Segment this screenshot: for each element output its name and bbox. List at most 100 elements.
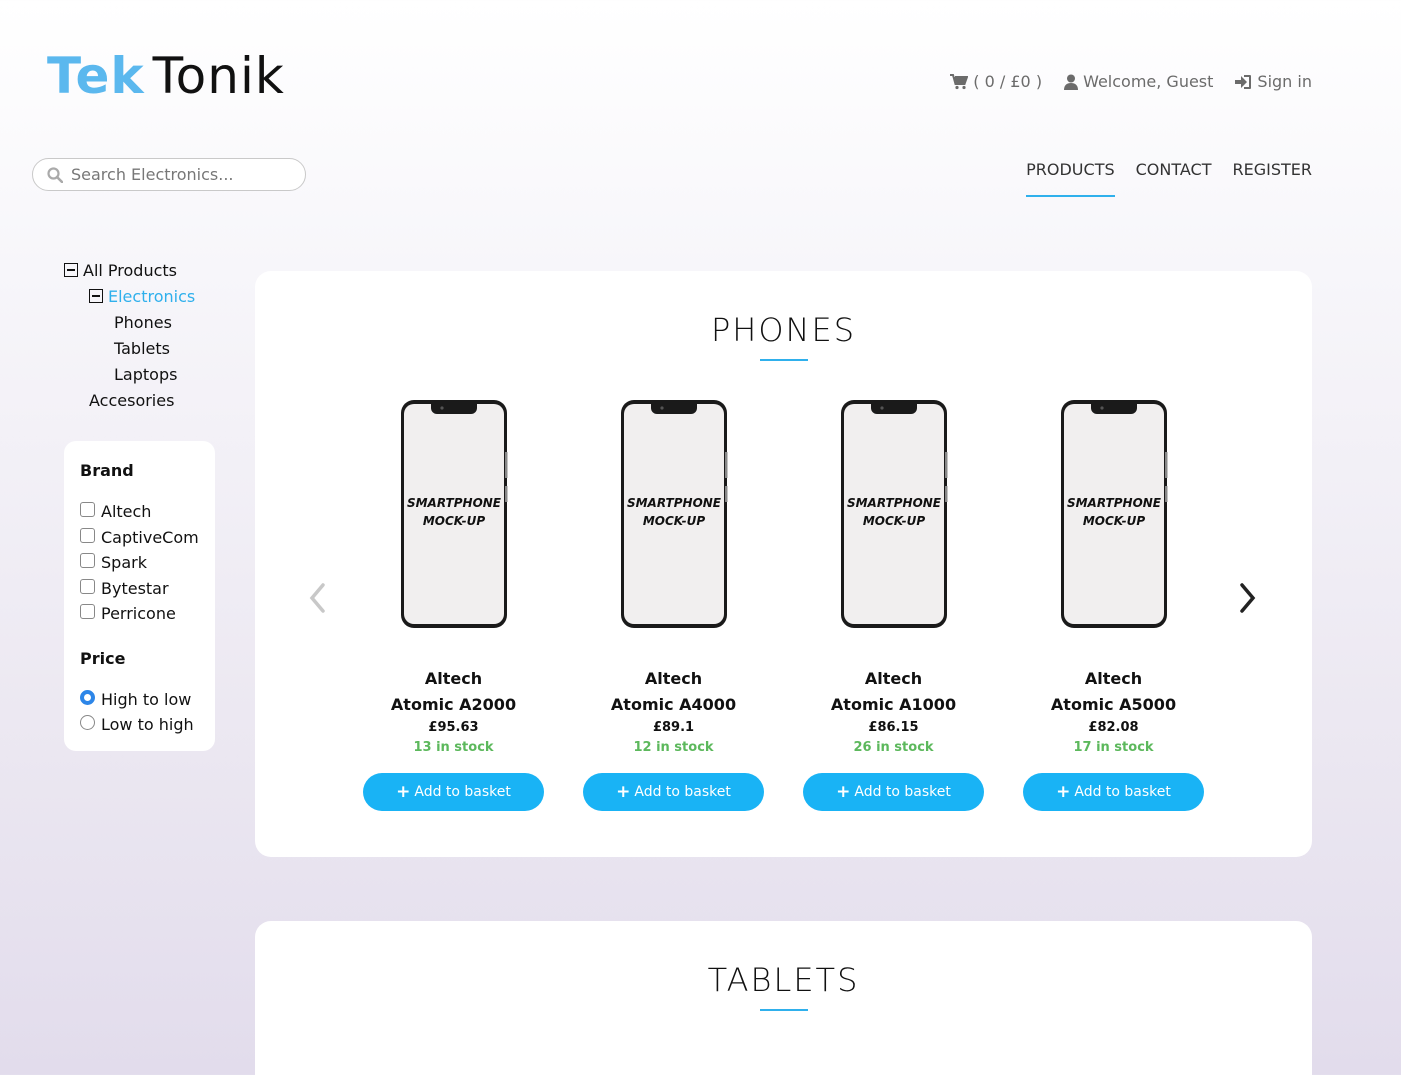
product-brand[interactable]: Altech [363,666,544,692]
phone-mock-text-1: SMARTPHONE [846,496,941,510]
search-icon [47,166,63,183]
phone-mock-text-1: SMARTPHONE [626,496,721,510]
carousel-prev-icon[interactable] [307,581,327,615]
product-card: SMARTPHONE MOCK-UP Altech Atomic A2000 £… [363,398,544,811]
product-image[interactable]: SMARTPHONE MOCK-UP [803,398,984,648]
signin-link[interactable]: Sign in [1235,72,1312,91]
add-to-basket-button[interactable]: + Add to basket [363,773,544,811]
phone-mock-text-2: MOCK-UP [422,514,484,528]
product-brand[interactable]: Altech [803,666,984,692]
phone-mock-text-2: MOCK-UP [642,514,704,528]
add-to-basket-button[interactable]: + Add to basket [583,773,764,811]
collapse-icon[interactable] [89,289,103,303]
carousel-next-icon[interactable] [1238,581,1258,615]
logo-tonik: Tonik [152,47,285,105]
product-list: SMARTPHONE MOCK-UP Altech Atomic A2000 £… [363,398,1204,811]
button-label: Add to basket [1074,784,1171,800]
product-brand[interactable]: Altech [583,666,764,692]
product-stock: 17 in stock [1073,740,1154,755]
tree-electronics[interactable]: Electronics [64,283,195,309]
phone-mock-text-2: MOCK-UP [1082,514,1144,528]
option-label: Spark [101,553,147,573]
category-tree: All Products Electronics Phones Tablets … [64,257,195,413]
tree-tablets[interactable]: Tablets [64,335,195,361]
product-card: SMARTPHONE MOCK-UP Altech Atomic A5000 £… [1023,398,1204,811]
main-nav: PRODUCTS CONTACT REGISTER [1026,160,1312,197]
plus-icon: + [836,782,851,802]
tree-all-products[interactable]: All Products [64,257,195,283]
filters-panel: Brand Altech CaptiveCom Spark Bytestar P… [64,441,215,751]
user-icon [1064,74,1079,90]
phone-mock-text-1: SMARTPHONE [1066,496,1161,510]
top-bar: ( 0 / £0 ) Welcome, Guest Sign in [950,72,1312,91]
price-option-high-low[interactable]: High to low [80,687,199,713]
option-label: High to low [101,689,192,709]
plus-icon: + [616,782,631,802]
tree-label: All Products [83,260,178,280]
button-label: Add to basket [634,784,731,800]
brand-option[interactable]: Altech [80,499,199,525]
section-title: TABLETS [707,961,860,999]
tree-accessories[interactable]: Accesories [64,387,195,413]
title-underline [759,359,808,361]
product-image[interactable]: SMARTPHONE MOCK-UP [1023,398,1204,648]
checkbox[interactable] [80,553,95,569]
product-price: £89.1 [652,720,695,735]
product-model[interactable]: Atomic A2000 [363,692,544,718]
option-label: Bytestar [101,578,169,598]
product-model[interactable]: Atomic A5000 [1023,692,1204,718]
title-underline [759,1009,808,1011]
collapse-icon[interactable] [64,263,78,277]
cart-link[interactable]: ( 0 / £0 ) [950,72,1042,91]
option-label: Altech [101,502,152,522]
product-model[interactable]: Atomic A1000 [803,692,984,718]
product-model[interactable]: Atomic A4000 [583,692,764,718]
tree-phones[interactable]: Phones [64,309,195,335]
phone-image: SMARTPHONE MOCK-UP [400,400,507,628]
signin-text: Sign in [1257,72,1312,91]
cart-icon [950,73,969,89]
brand-option[interactable]: Bytestar [80,576,199,602]
sign-in-icon [1235,74,1252,89]
phone-mock-text-1: SMARTPHONE [406,496,501,510]
phone-image: SMARTPHONE MOCK-UP [840,400,947,628]
product-image[interactable]: SMARTPHONE MOCK-UP [583,398,764,648]
brand-option[interactable]: Perricone [80,601,199,627]
logo[interactable]: Tek Tonik [47,48,285,104]
product-price: £82.08 [1088,720,1139,735]
price-option-low-high[interactable]: Low to high [80,712,199,738]
nav-register[interactable]: REGISTER [1233,160,1313,197]
button-label: Add to basket [414,784,511,800]
add-to-basket-button[interactable]: + Add to basket [1023,773,1204,811]
product-stock: 13 in stock [413,740,494,755]
search-input[interactable] [71,165,291,184]
checkbox[interactable] [80,502,95,518]
brand-option[interactable]: Spark [80,550,199,576]
nav-products[interactable]: PRODUCTS [1026,160,1115,197]
product-price: £95.63 [428,720,479,735]
nav-contact[interactable]: CONTACT [1136,160,1212,197]
option-label: Perricone [101,604,176,624]
radio[interactable] [80,715,95,731]
product-brand[interactable]: Altech [1023,666,1204,692]
cart-summary: ( 0 / £0 ) [973,72,1043,91]
plus-icon: + [1056,782,1071,802]
welcome-link[interactable]: Welcome, Guest [1064,72,1213,91]
checkbox[interactable] [80,604,95,620]
phone-image: SMARTPHONE MOCK-UP [1060,400,1167,628]
phone-mock-text-2: MOCK-UP [862,514,924,528]
option-label: Low to high [101,715,194,735]
tree-laptops[interactable]: Laptops [64,361,195,387]
checkbox[interactable] [80,578,95,594]
brand-option[interactable]: CaptiveCom [80,525,199,551]
checkbox[interactable] [80,527,95,543]
product-card: SMARTPHONE MOCK-UP Altech Atomic A1000 £… [803,398,984,811]
tablets-section: TABLETS [255,921,1312,1075]
button-label: Add to basket [854,784,951,800]
phones-section: PHONES SMARTPHONE MOCK-UP Altech Atomic … [255,271,1312,857]
product-image[interactable]: SMARTPHONE MOCK-UP [363,398,544,648]
logo-tek: Tek [47,47,145,105]
product-price: £86.15 [868,720,919,735]
add-to-basket-button[interactable]: + Add to basket [803,773,984,811]
radio-selected[interactable] [80,689,95,705]
